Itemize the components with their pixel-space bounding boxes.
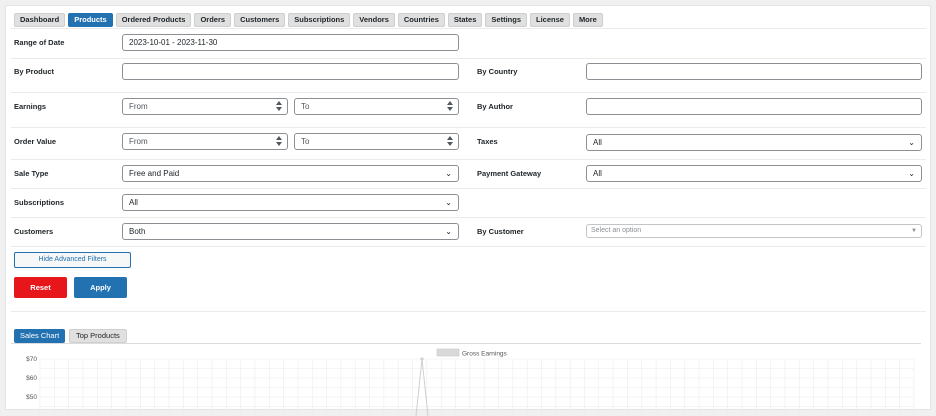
tab-products[interactable]: Products <box>68 13 113 27</box>
order-value-to-placeholder: To <box>301 137 310 146</box>
by-product-input[interactable] <box>122 63 459 80</box>
sale-type-label: Sale Type <box>14 169 49 178</box>
earnings-from-input[interactable]: From <box>122 98 288 115</box>
tab-more[interactable]: More <box>572 13 603 27</box>
by-country-label: By Country <box>477 67 518 76</box>
legend-label: Gross Earnings <box>462 351 508 358</box>
by-customer-placeholder: Select an option <box>591 227 642 234</box>
row-divider <box>11 246 926 247</box>
payment-gateway-select[interactable]: All ⌄ <box>586 165 922 182</box>
stepper-icon[interactable] <box>276 136 282 146</box>
series-point <box>420 357 424 361</box>
by-customer-label: By Customer <box>477 227 524 236</box>
tab-settings[interactable]: Settings <box>485 13 527 27</box>
order-value-from-placeholder: From <box>129 137 148 146</box>
chevron-down-icon: ⌄ <box>445 198 452 207</box>
payment-gateway-label: Payment Gateway <box>477 169 542 178</box>
tab-subscriptions[interactable]: Subscriptions <box>288 13 351 27</box>
tab-countries[interactable]: Countries <box>397 13 445 27</box>
sales-chart: Gross Earnings $70 $60 $50 <box>26 348 915 416</box>
y-tick-label: $50 <box>26 394 37 401</box>
tab-top-products[interactable]: Top Products <box>69 329 127 343</box>
reports-panel: Dashboard Products Ordered Products Orde… <box>5 5 931 416</box>
chevron-down-icon: ⌄ <box>445 227 452 236</box>
by-author-input[interactable] <box>586 98 922 115</box>
row-divider <box>11 92 926 93</box>
taxes-select[interactable]: All ⌄ <box>586 134 922 151</box>
row-divider <box>11 188 926 189</box>
tab-orders[interactable]: Orders <box>194 13 232 27</box>
tab-sales-chart[interactable]: Sales Chart <box>14 329 66 343</box>
row-divider <box>11 28 926 29</box>
taxes-value: All <box>593 138 602 147</box>
row-divider <box>11 217 926 218</box>
customers-label: Customers <box>14 227 54 236</box>
chevron-down-icon: ⌄ <box>445 169 452 178</box>
tab-states[interactable]: States <box>447 13 483 27</box>
y-tick-label: $70 <box>26 356 37 363</box>
by-customer-select[interactable]: Select an option ▼ <box>586 224 922 238</box>
apply-button[interactable]: Apply <box>74 277 127 298</box>
customers-select[interactable]: Both ⌄ <box>122 223 459 240</box>
tab-dashboard[interactable]: Dashboard <box>14 13 66 27</box>
customers-value: Both <box>129 227 146 236</box>
tab-ordered-products[interactable]: Ordered Products <box>115 13 192 27</box>
section-divider <box>11 311 926 312</box>
range-of-date-label: Range of Date <box>14 38 65 47</box>
taxes-label: Taxes <box>477 137 498 146</box>
row-divider <box>11 159 926 160</box>
stepper-icon[interactable] <box>447 136 453 146</box>
chevron-down-icon: ⌄ <box>908 169 915 178</box>
earnings-to-placeholder: To <box>301 102 310 111</box>
by-country-input[interactable] <box>586 63 922 80</box>
hide-advanced-filters-button[interactable]: Hide Advanced Filters <box>14 252 131 268</box>
order-value-to-input[interactable]: To <box>294 133 459 150</box>
order-value-from-input[interactable]: From <box>122 133 288 150</box>
payment-gateway-value: All <box>593 169 602 178</box>
order-value-label: Order Value <box>14 137 57 146</box>
legend-swatch <box>436 348 460 357</box>
subscriptions-label: Subscriptions <box>14 198 65 207</box>
earnings-to-input[interactable]: To <box>294 98 459 115</box>
earnings-from-placeholder: From <box>129 102 148 111</box>
report-tabs: Dashboard Products Ordered Products Orde… <box>14 13 603 27</box>
row-divider <box>11 58 926 59</box>
sale-type-select[interactable]: Free and Paid ⌄ <box>122 165 459 182</box>
caret-down-icon: ▼ <box>911 228 917 234</box>
tab-customers[interactable]: Customers <box>234 13 286 27</box>
by-product-label: By Product <box>14 67 55 76</box>
earnings-label: Earnings <box>14 102 47 111</box>
stepper-icon[interactable] <box>276 101 282 111</box>
sale-type-value: Free and Paid <box>129 169 180 178</box>
by-author-label: By Author <box>477 102 513 111</box>
stepper-icon[interactable] <box>447 101 453 111</box>
tab-vendors[interactable]: Vendors <box>353 13 395 27</box>
date-range-input[interactable]: 2023-10-01 - 2023-11-30 <box>122 34 459 51</box>
chart-tab-underline <box>11 343 921 344</box>
reset-button[interactable]: Reset <box>14 277 67 298</box>
y-tick-label: $60 <box>26 375 37 382</box>
chevron-down-icon: ⌄ <box>908 138 915 147</box>
subscriptions-select[interactable]: All ⌄ <box>122 194 459 211</box>
row-divider <box>11 127 926 128</box>
subscriptions-value: All <box>129 198 138 207</box>
tab-license[interactable]: License <box>530 13 570 27</box>
